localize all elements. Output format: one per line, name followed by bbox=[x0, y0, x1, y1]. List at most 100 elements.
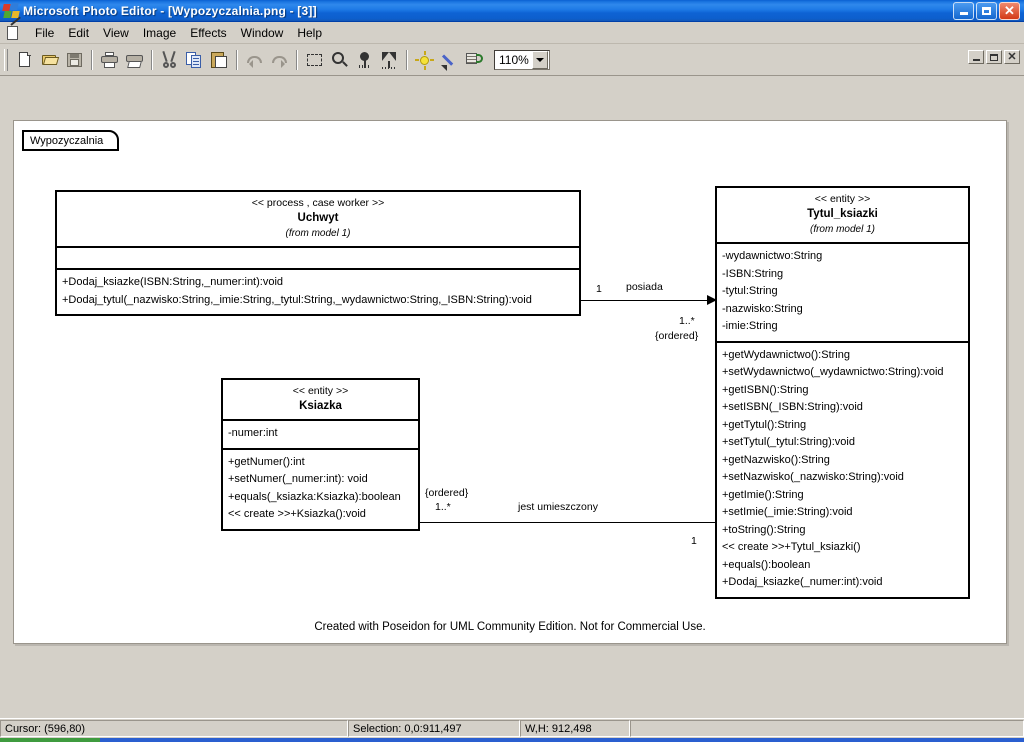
class-operation: +equals(_ksiazka:Ksiazka):boolean bbox=[228, 490, 401, 503]
association-arrowhead-posiada bbox=[707, 295, 717, 305]
status-selection: Selection: 0,0:911,497 bbox=[348, 720, 520, 737]
class-header-uchwyt: << process , case worker >> Uchwyt (from… bbox=[57, 192, 579, 248]
menu-item-file[interactable]: File bbox=[28, 24, 61, 42]
photo-editor-icon bbox=[2, 2, 20, 19]
class-operation: +setNumer(_numer:int): void bbox=[228, 473, 368, 485]
class-header-ksiazka: << entity >> Ksiazka bbox=[223, 380, 418, 421]
class-box-ksiazka[interactable]: << entity >> Ksiazka -numer:int +getNume… bbox=[221, 378, 420, 531]
mdi-minimize-button[interactable] bbox=[968, 50, 984, 64]
brightness-icon[interactable] bbox=[412, 48, 437, 72]
menu-item-edit[interactable]: Edit bbox=[61, 24, 96, 42]
menu-bar: File Edit View Image Effects Window Help bbox=[0, 16, 1024, 44]
class-operation: +getISBN():String bbox=[722, 383, 809, 396]
document-edit-icon bbox=[4, 16, 24, 42]
class-operation: +getNazwisko():String bbox=[722, 453, 830, 466]
close-button[interactable]: ✕ bbox=[999, 1, 1020, 20]
association-line-jest-umieszczony bbox=[420, 522, 716, 523]
pencil-icon[interactable] bbox=[437, 48, 462, 72]
save-icon[interactable] bbox=[62, 48, 87, 72]
toolbar-separator bbox=[296, 50, 298, 70]
zoom-level-value: 110% bbox=[499, 53, 529, 67]
class-operation: +getTytul():String bbox=[722, 418, 807, 431]
menu-item-help[interactable]: Help bbox=[290, 24, 329, 42]
toolbar-separator bbox=[236, 50, 238, 70]
menu-item-view[interactable]: View bbox=[96, 24, 136, 42]
chevron-down-icon[interactable] bbox=[532, 51, 548, 69]
taskbar-strip bbox=[0, 738, 1024, 742]
class-operation: +setTytul(_tytul:String):void bbox=[722, 436, 855, 448]
image-canvas[interactable]: Wypozyczalnia << process , case worker >… bbox=[13, 120, 1007, 644]
cut-icon[interactable] bbox=[157, 48, 182, 72]
toolbar-separator bbox=[151, 50, 153, 70]
class-operation: +getNumer():int bbox=[228, 455, 305, 468]
print-preview-icon[interactable] bbox=[122, 48, 147, 72]
class-attributes-tytul-ksiazki: -wydawnictwo:String -ISBN:String -tytul:… bbox=[717, 244, 968, 343]
class-stereotype: << entity >> bbox=[814, 193, 871, 205]
class-box-tytul-ksiazki[interactable]: << entity >> Tytul_ksiazki (from model 1… bbox=[715, 186, 970, 599]
association-source-multiplicity-jest-umieszczony: 1..* bbox=[435, 501, 451, 513]
mdi-close-button[interactable]: ✕ bbox=[1004, 50, 1020, 64]
uml-class-diagram: Wypozyczalnia << process , case worker >… bbox=[14, 121, 1006, 643]
association-source-constraint-jest-umieszczony: {ordered} bbox=[425, 487, 469, 499]
class-operations-tytul-ksiazki: +getWydawnictwo():String +setWydawnictwo… bbox=[717, 343, 968, 597]
toolbar-separator bbox=[91, 50, 93, 70]
class-attributes-uchwyt bbox=[57, 248, 579, 270]
new-icon[interactable] bbox=[12, 48, 37, 72]
class-operation: +getWydawnictwo():String bbox=[722, 348, 850, 361]
class-name: Ksiazka bbox=[299, 400, 342, 412]
class-from: (from model 1) bbox=[809, 224, 875, 235]
photo-editor-window: Microsoft Photo Editor - [Wypozyczalnia.… bbox=[0, 0, 1024, 742]
minimize-button[interactable] bbox=[953, 1, 974, 20]
status-bar: Cursor: (596,80) Selection: 0,0:911,497 … bbox=[0, 718, 1024, 738]
class-operation: +Dodaj_ksiazke(ISBN:String,_numer:int):v… bbox=[62, 276, 284, 288]
menu-item-window[interactable]: Window bbox=[234, 24, 291, 42]
window-controls: ✕ bbox=[953, 1, 1020, 20]
class-operation: << create >>+Ksiazka():void bbox=[228, 508, 366, 520]
class-operations-uchwyt: +Dodaj_ksiazke(ISBN:String,_numer:int):v… bbox=[57, 270, 579, 314]
toolbar: 110% bbox=[0, 45, 1024, 76]
print-icon[interactable] bbox=[97, 48, 122, 72]
mdi-client-area: ✕ Wypozyczalnia << process , case worker… bbox=[0, 50, 1024, 714]
select-icon[interactable] bbox=[302, 48, 327, 72]
class-operations-ksiazka: +getNumer():int +setNumer(_numer:int): v… bbox=[223, 450, 418, 529]
class-operation: +equals():boolean bbox=[722, 558, 811, 571]
class-from: (from model 1) bbox=[285, 228, 351, 239]
menu-item-effects[interactable]: Effects bbox=[183, 24, 233, 42]
association-target-multiplicity-posiada: 1..* bbox=[679, 315, 695, 327]
title-bar: Microsoft Photo Editor - [Wypozyczalnia.… bbox=[0, 0, 1024, 22]
undo-icon bbox=[242, 48, 267, 72]
copy-icon[interactable] bbox=[182, 48, 207, 72]
package-label: Wypozyczalnia bbox=[22, 130, 120, 151]
class-box-uchwyt[interactable]: << process , case worker >> Uchwyt (from… bbox=[55, 190, 581, 316]
mdi-restore-button[interactable] bbox=[986, 50, 1002, 64]
class-operation: +setISBN(_ISBN:String):void bbox=[722, 401, 863, 413]
association-target-constraint-posiada: {ordered} bbox=[655, 330, 699, 342]
toolbar-grip[interactable] bbox=[4, 49, 8, 71]
class-operation: +setWydawnictwo(_wydawnictwo:String):voi… bbox=[722, 366, 944, 378]
zoom-icon[interactable] bbox=[327, 48, 352, 72]
class-operation: +Dodaj_ksiazke(_numer:int):void bbox=[722, 576, 883, 588]
window-title: Microsoft Photo Editor - [Wypozyczalnia.… bbox=[23, 3, 317, 18]
menu-item-image[interactable]: Image bbox=[136, 24, 183, 42]
mdi-window-controls: ✕ bbox=[968, 50, 1020, 64]
class-attributes-ksiazka: -numer:int bbox=[223, 421, 418, 450]
paste-icon[interactable] bbox=[207, 48, 232, 72]
class-attribute: -tytul:String bbox=[722, 285, 778, 297]
class-attribute: -nazwisko:String bbox=[722, 302, 803, 315]
funnel-icon[interactable] bbox=[377, 48, 402, 72]
properties-icon[interactable] bbox=[462, 48, 487, 72]
association-target-multiplicity-jest-umieszczony: 1 bbox=[691, 535, 697, 547]
zoom-level-combobox[interactable]: 110% bbox=[494, 50, 550, 70]
redo-icon bbox=[267, 48, 292, 72]
maximize-button[interactable] bbox=[976, 1, 997, 20]
status-dimensions: W,H: 912,498 bbox=[520, 720, 630, 737]
toolbar-separator bbox=[406, 50, 408, 70]
class-attribute: -numer:int bbox=[228, 427, 278, 439]
class-attribute: -imie:String bbox=[722, 320, 778, 332]
association-source-multiplicity-posiada: 1 bbox=[596, 283, 602, 295]
diagram-footer-note: Created with Poseidon for UML Community … bbox=[314, 621, 706, 633]
class-operation: +toString():String bbox=[722, 523, 806, 536]
stamp-icon[interactable] bbox=[352, 48, 377, 72]
open-icon[interactable] bbox=[37, 48, 62, 72]
class-name: Tytul_ksiazki bbox=[807, 208, 878, 220]
